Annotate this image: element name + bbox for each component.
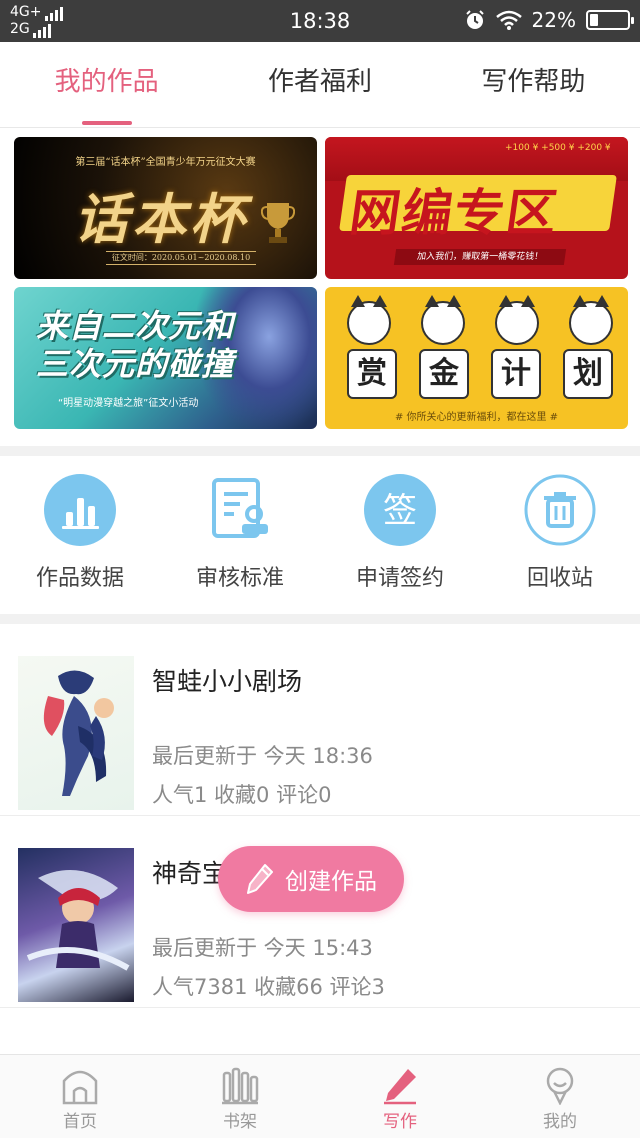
work-title: 智蛙小小剧场 bbox=[152, 667, 303, 696]
sign-glyph: 签 bbox=[383, 491, 417, 531]
nav-label: 我的 bbox=[543, 1112, 577, 1132]
battery-icon bbox=[586, 10, 634, 30]
quick-action-label: 回收站 bbox=[526, 566, 593, 591]
cat-icon bbox=[347, 295, 391, 345]
alarm-icon bbox=[465, 10, 484, 29]
quick-action-label: 作品数据 bbox=[35, 566, 124, 591]
nav-bookshelf[interactable]: 书架 bbox=[160, 1055, 320, 1138]
work-data-button[interactable]: 作品数据 bbox=[0, 456, 160, 614]
bounty-card: 金 bbox=[419, 349, 469, 399]
trash-icon bbox=[524, 474, 596, 546]
bounty-card: 划 bbox=[563, 349, 613, 399]
tab-my-works[interactable]: 我的作品 bbox=[0, 42, 213, 127]
bookshelf-icon bbox=[222, 1067, 259, 1105]
nav-label: 写作 bbox=[383, 1112, 417, 1132]
tab-writing-help[interactable]: 写作帮助 bbox=[427, 42, 640, 127]
banner-title: 网编专区 bbox=[346, 184, 563, 242]
quick-action-label: 审核标准 bbox=[195, 566, 284, 591]
work-stats: 人气7381 收藏66 评论3 bbox=[152, 975, 385, 999]
banner-date: 征文时间：2020.05.01~2020.08.10 bbox=[106, 251, 256, 265]
banner-anime-crossover[interactable]: 来自二次元和 三次元的碰撞 “明星动漫穿越之旅”征文小活动 bbox=[14, 287, 317, 429]
work-cover-image bbox=[18, 656, 134, 810]
apply-contract-button[interactable]: 签 申请签约 bbox=[320, 456, 480, 614]
banner-title: 来自二次元和 三次元的碰撞 bbox=[36, 307, 234, 383]
trophy-icon bbox=[261, 203, 295, 243]
banner-note: # 你所关心的更新福利，都在这里 # bbox=[394, 412, 559, 423]
banner-editor-zone[interactable]: +100 ¥ +500 ¥ +200 ¥ 网编专区 加入我们，赚取第一桶零花钱！ bbox=[325, 137, 628, 279]
bounty-card: 赏 bbox=[347, 349, 397, 399]
work-stats: 人气1 收藏0 评论0 bbox=[152, 783, 332, 807]
works-list: 智蛙小小剧场 最后更新于 今天 18:36 人气1 收藏0 评论0 神奇宝贝3 … bbox=[0, 624, 640, 1008]
review-standards-button[interactable]: 审核标准 bbox=[160, 456, 320, 614]
nav-label: 首页 bbox=[63, 1112, 97, 1132]
banner-tagline: 加入我们，赚取第一桶零花钱！ bbox=[393, 249, 567, 265]
bottom-nav: 首页 书架 写作 我的 bbox=[0, 1054, 640, 1138]
create-work-label: 创建作品 bbox=[285, 869, 377, 895]
recycle-bin-button[interactable]: 回收站 bbox=[480, 456, 640, 614]
banner-title: 话本杯 bbox=[74, 187, 248, 251]
profile-icon bbox=[546, 1067, 574, 1105]
banner-subtitle: “明星动漫穿越之旅”征文小活动 bbox=[58, 398, 199, 409]
nav-label: 书架 bbox=[223, 1112, 257, 1132]
bar-chart-icon bbox=[44, 474, 116, 546]
cat-icon bbox=[495, 295, 539, 345]
banner-title-line: 三次元的碰撞 bbox=[36, 345, 235, 383]
bounty-cards: 赏 金 计 划 bbox=[347, 349, 613, 399]
pen-icon bbox=[247, 864, 273, 894]
banner-huaben-cup[interactable]: 第三届“话本杯”全国青少年万元征文大赛 话本杯 征文时间：2020.05.01~… bbox=[14, 137, 317, 279]
sign-badge-icon: 签 bbox=[364, 474, 436, 546]
list-item[interactable]: 神奇宝贝3 最后更新于 今天 15:43 人气7381 收藏66 评论3 bbox=[0, 816, 640, 1008]
battery-level bbox=[590, 14, 598, 26]
document-stamp-icon bbox=[204, 474, 276, 546]
wifi-icon bbox=[495, 10, 522, 30]
banner-coins: +100 ¥ +500 ¥ +200 ¥ bbox=[505, 143, 611, 153]
create-work-button[interactable]: 创建作品 bbox=[218, 846, 404, 912]
quick-action-label: 申请签约 bbox=[355, 566, 444, 591]
top-tabs: 我的作品 作者福利 写作帮助 bbox=[0, 42, 640, 128]
pen-icon bbox=[384, 1069, 416, 1105]
nav-write[interactable]: 写作 bbox=[320, 1055, 480, 1138]
section-divider bbox=[0, 614, 640, 624]
nav-profile[interactable]: 我的 bbox=[480, 1055, 640, 1138]
list-item[interactable]: 智蛙小小剧场 最后更新于 今天 18:36 人气1 收藏0 评论0 bbox=[0, 624, 640, 816]
banner-title-line: 来自二次元和 bbox=[36, 307, 235, 345]
work-updated: 最后更新于 今天 18:36 bbox=[152, 744, 373, 768]
battery-percent: 22% bbox=[531, 8, 576, 32]
section-divider bbox=[0, 446, 640, 456]
status-bar: 4G+ 2G 18:38 22% bbox=[0, 0, 640, 42]
banner-grid: 第三届“话本杯”全国青少年万元征文大赛 话本杯 征文时间：2020.05.01~… bbox=[0, 128, 640, 446]
bounty-card: 计 bbox=[491, 349, 541, 399]
cat-illustrations bbox=[347, 295, 613, 345]
tab-author-benefits[interactable]: 作者福利 bbox=[213, 42, 426, 127]
cat-icon bbox=[569, 295, 613, 345]
quick-actions: 作品数据 审核标准 签 申请签约 回收站 bbox=[0, 456, 640, 614]
banner-bounty-plan[interactable]: 赏 金 计 划 # 你所关心的更新福利，都在这里 # bbox=[325, 287, 628, 429]
work-cover-image bbox=[18, 848, 134, 1002]
banner-subtitle: 第三届“话本杯”全国青少年万元征文大赛 bbox=[75, 157, 256, 168]
cat-icon bbox=[421, 295, 465, 345]
nav-home[interactable]: 首页 bbox=[0, 1055, 160, 1138]
work-updated: 最后更新于 今天 15:43 bbox=[152, 936, 373, 960]
home-icon bbox=[62, 1070, 98, 1105]
